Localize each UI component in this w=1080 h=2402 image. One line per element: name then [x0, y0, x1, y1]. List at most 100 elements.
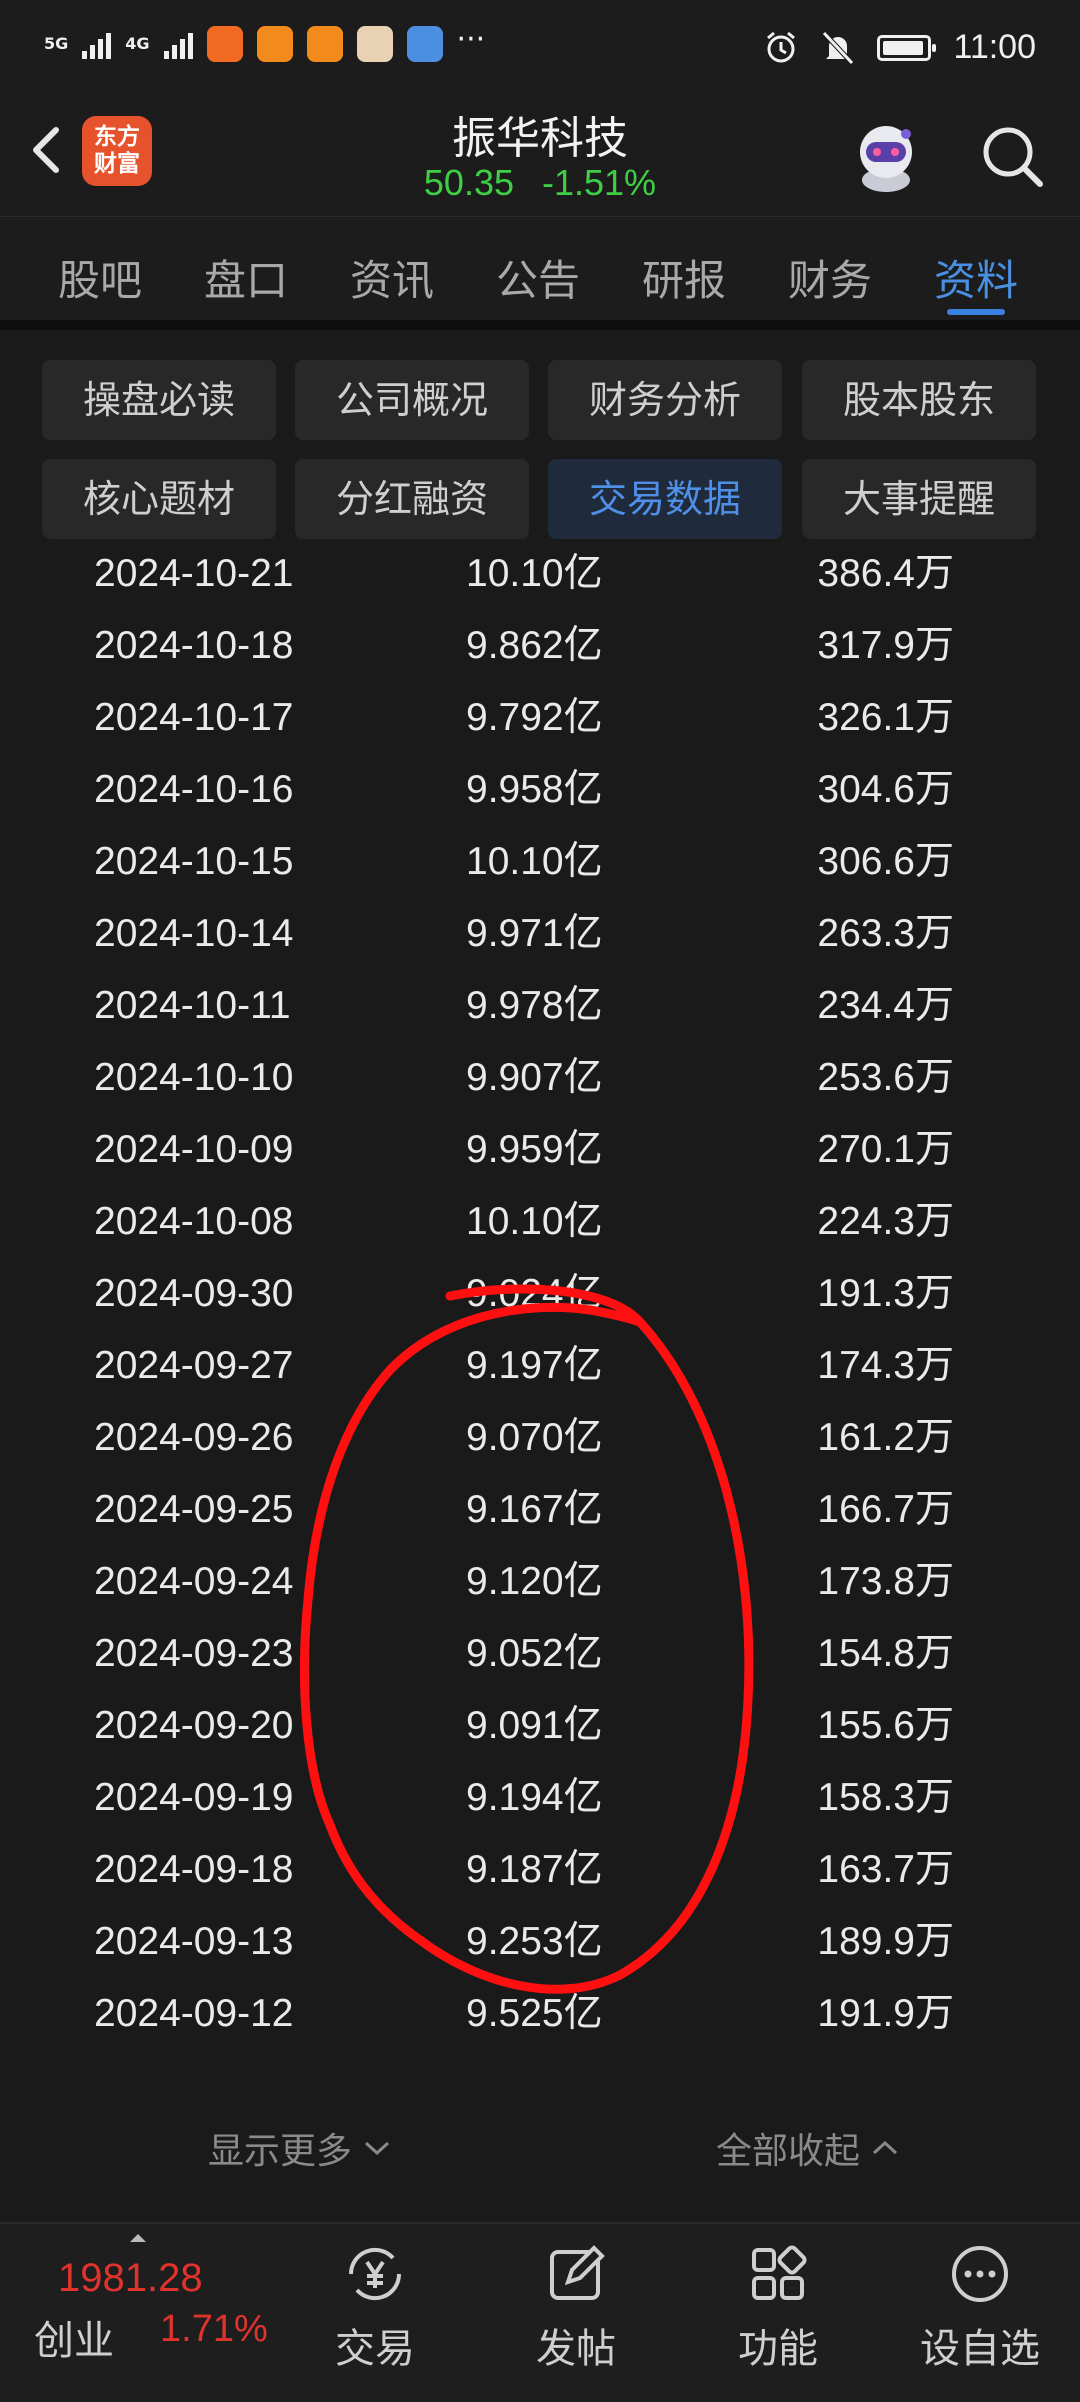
table-row: 2024-09-20 9.091亿 155.6万 [0, 1690, 1080, 1762]
caret-up-icon [130, 2234, 146, 2242]
row-date: 2024-09-25 [94, 1488, 294, 1531]
active-tab-indicator [947, 309, 1005, 315]
chip-dividend-financing[interactable]: 分红融资 [295, 459, 529, 539]
more-notifications-icon: ··· [456, 22, 486, 57]
search-icon[interactable] [976, 120, 1048, 192]
app-notification-icon [206, 26, 243, 62]
status-left: 5G 4G ··· [44, 22, 486, 62]
nav-add-watchlist-label: 设自选 [920, 2326, 1040, 2372]
chip-core-themes[interactable]: 核心题材 [42, 459, 276, 539]
chip-major-events[interactable]: 大事提醒 [802, 459, 1036, 539]
tab-news[interactable]: 资讯 [337, 247, 447, 308]
row-date: 2024-09-19 [94, 1776, 294, 1819]
row-amount: 9.907亿 [466, 1056, 603, 1099]
section-divider [0, 320, 1080, 330]
row-amount: 9.194亿 [466, 1776, 603, 1819]
row-volume: 306.6万 [817, 840, 954, 883]
row-date: 2024-09-30 [94, 1272, 294, 1315]
row-volume: 386.4万 [817, 552, 954, 595]
row-amount: 10.10亿 [466, 840, 603, 883]
show-more-label: 显示更多 [208, 2131, 353, 2172]
more-circle-icon [952, 2246, 1008, 2302]
row-volume: 317.9万 [817, 624, 954, 667]
table-row: 2024-09-30 9.024亿 191.3万 [0, 1258, 1080, 1330]
row-amount: 9.253亿 [466, 1920, 603, 1963]
row-volume: 163.7万 [817, 1848, 954, 1891]
row-volume: 158.3万 [817, 1776, 954, 1819]
row-amount: 9.862亿 [466, 624, 603, 667]
table-row: 2024-09-18 9.187亿 163.7万 [0, 1834, 1080, 1906]
table-row: 2024-10-08 10.10亿 224.3万 [0, 1186, 1080, 1258]
row-date: 2024-10-18 [94, 624, 294, 667]
tab-finance[interactable]: 财务 [775, 247, 885, 308]
row-date: 2024-09-13 [94, 1920, 294, 1963]
row-volume: 166.7万 [817, 1488, 954, 1531]
row-date: 2024-09-12 [94, 1992, 294, 2035]
nav-post-label: 发帖 [536, 2326, 616, 2372]
chip-shareholders[interactable]: 股本股东 [802, 360, 1036, 440]
tab-pankou[interactable]: 盘口 [191, 247, 301, 308]
row-volume: 154.8万 [817, 1632, 954, 1675]
table-row: 2024-10-11 9.978亿 234.4万 [0, 970, 1080, 1042]
table-row: 2024-10-14 9.971亿 263.3万 [0, 898, 1080, 970]
nav-trade[interactable]: 交易 [305, 2240, 445, 2374]
row-volume: 253.6万 [817, 1056, 954, 1099]
table-row: 2024-10-21 10.10亿 386.4万 [0, 538, 1080, 610]
signal-strength-icon-2 [163, 29, 193, 59]
row-volume: 189.9万 [817, 1920, 954, 1963]
row-date: 2024-09-23 [94, 1632, 294, 1675]
chip-trading-guide[interactable]: 操盘必读 [42, 360, 276, 440]
row-amount: 9.978亿 [466, 984, 603, 1027]
table-row: 2024-09-12 9.525亿 191.9万 [0, 1978, 1080, 2050]
nav-add-watchlist[interactable]: 设自选 [910, 2240, 1050, 2374]
row-amount: 9.024亿 [466, 1272, 603, 1315]
network-5g-label: 5G [44, 34, 69, 53]
collapse-all-button[interactable]: 全部收起 [716, 2122, 900, 2174]
row-date: 2024-10-08 [94, 1200, 294, 1243]
row-volume: 161.2万 [817, 1416, 954, 1459]
chip-financial-analysis[interactable]: 财务分析 [548, 360, 782, 440]
row-date: 2024-09-24 [94, 1560, 294, 1603]
table-row: 2024-09-23 9.052亿 154.8万 [0, 1618, 1080, 1690]
battery-icon [877, 34, 937, 61]
row-date: 2024-10-15 [94, 840, 294, 883]
clock-time: 11:00 [953, 28, 1036, 66]
row-date: 2024-10-11 [94, 984, 291, 1027]
row-amount: 9.091亿 [466, 1704, 603, 1747]
chip-trading-data[interactable]: 交易数据 [548, 459, 782, 539]
tab-announcements[interactable]: 公告 [483, 247, 593, 308]
table-row: 2024-09-24 9.120亿 173.8万 [0, 1546, 1080, 1618]
row-amount: 10.10亿 [466, 1200, 603, 1243]
trade-yen-icon [348, 2247, 402, 2301]
chevron-up-icon [873, 2140, 898, 2155]
chevron-down-icon [365, 2141, 390, 2156]
show-more-button[interactable]: 显示更多 [208, 2122, 392, 2174]
table-row: 2024-10-09 9.959亿 270.1万 [0, 1114, 1080, 1186]
row-amount: 9.167亿 [466, 1488, 603, 1531]
table-row: 2024-09-25 9.167亿 166.7万 [0, 1474, 1080, 1546]
tab-research[interactable]: 研报 [629, 247, 739, 308]
ai-assistant-robot-icon[interactable] [844, 114, 928, 198]
index-change-pct: 1.71% [160, 2308, 268, 2350]
row-volume: 174.3万 [817, 1344, 954, 1387]
row-date: 2024-10-17 [94, 696, 294, 739]
nav-functions[interactable]: 功能 [708, 2240, 848, 2374]
row-amount: 9.959亿 [466, 1128, 603, 1171]
row-amount: 9.187亿 [466, 1848, 603, 1891]
status-bar: 5G 4G ··· 11:00 [0, 0, 1080, 96]
app-notification-icon-3 [306, 26, 343, 62]
nav-post[interactable]: 发帖 [506, 2240, 646, 2374]
row-volume: 304.6万 [817, 768, 954, 811]
tab-guba[interactable]: 股吧 [45, 247, 155, 308]
row-volume: 270.1万 [817, 1128, 954, 1171]
table-row: 2024-10-16 9.958亿 304.6万 [0, 754, 1080, 826]
status-right: 11:00 [763, 28, 1036, 67]
row-volume: 155.6万 [817, 1704, 954, 1747]
tab-profile[interactable]: 资料 [921, 247, 1031, 308]
stock-header: 东方 财富 振华科技 50.35 -1.51% [0, 96, 1080, 216]
row-date: 2024-10-10 [94, 1056, 294, 1099]
network-4g-label: 4G [125, 34, 150, 53]
row-amount: 9.792亿 [466, 696, 603, 739]
stock-change-pct: -1.51% [542, 162, 657, 203]
chip-company-overview[interactable]: 公司概况 [295, 360, 529, 440]
